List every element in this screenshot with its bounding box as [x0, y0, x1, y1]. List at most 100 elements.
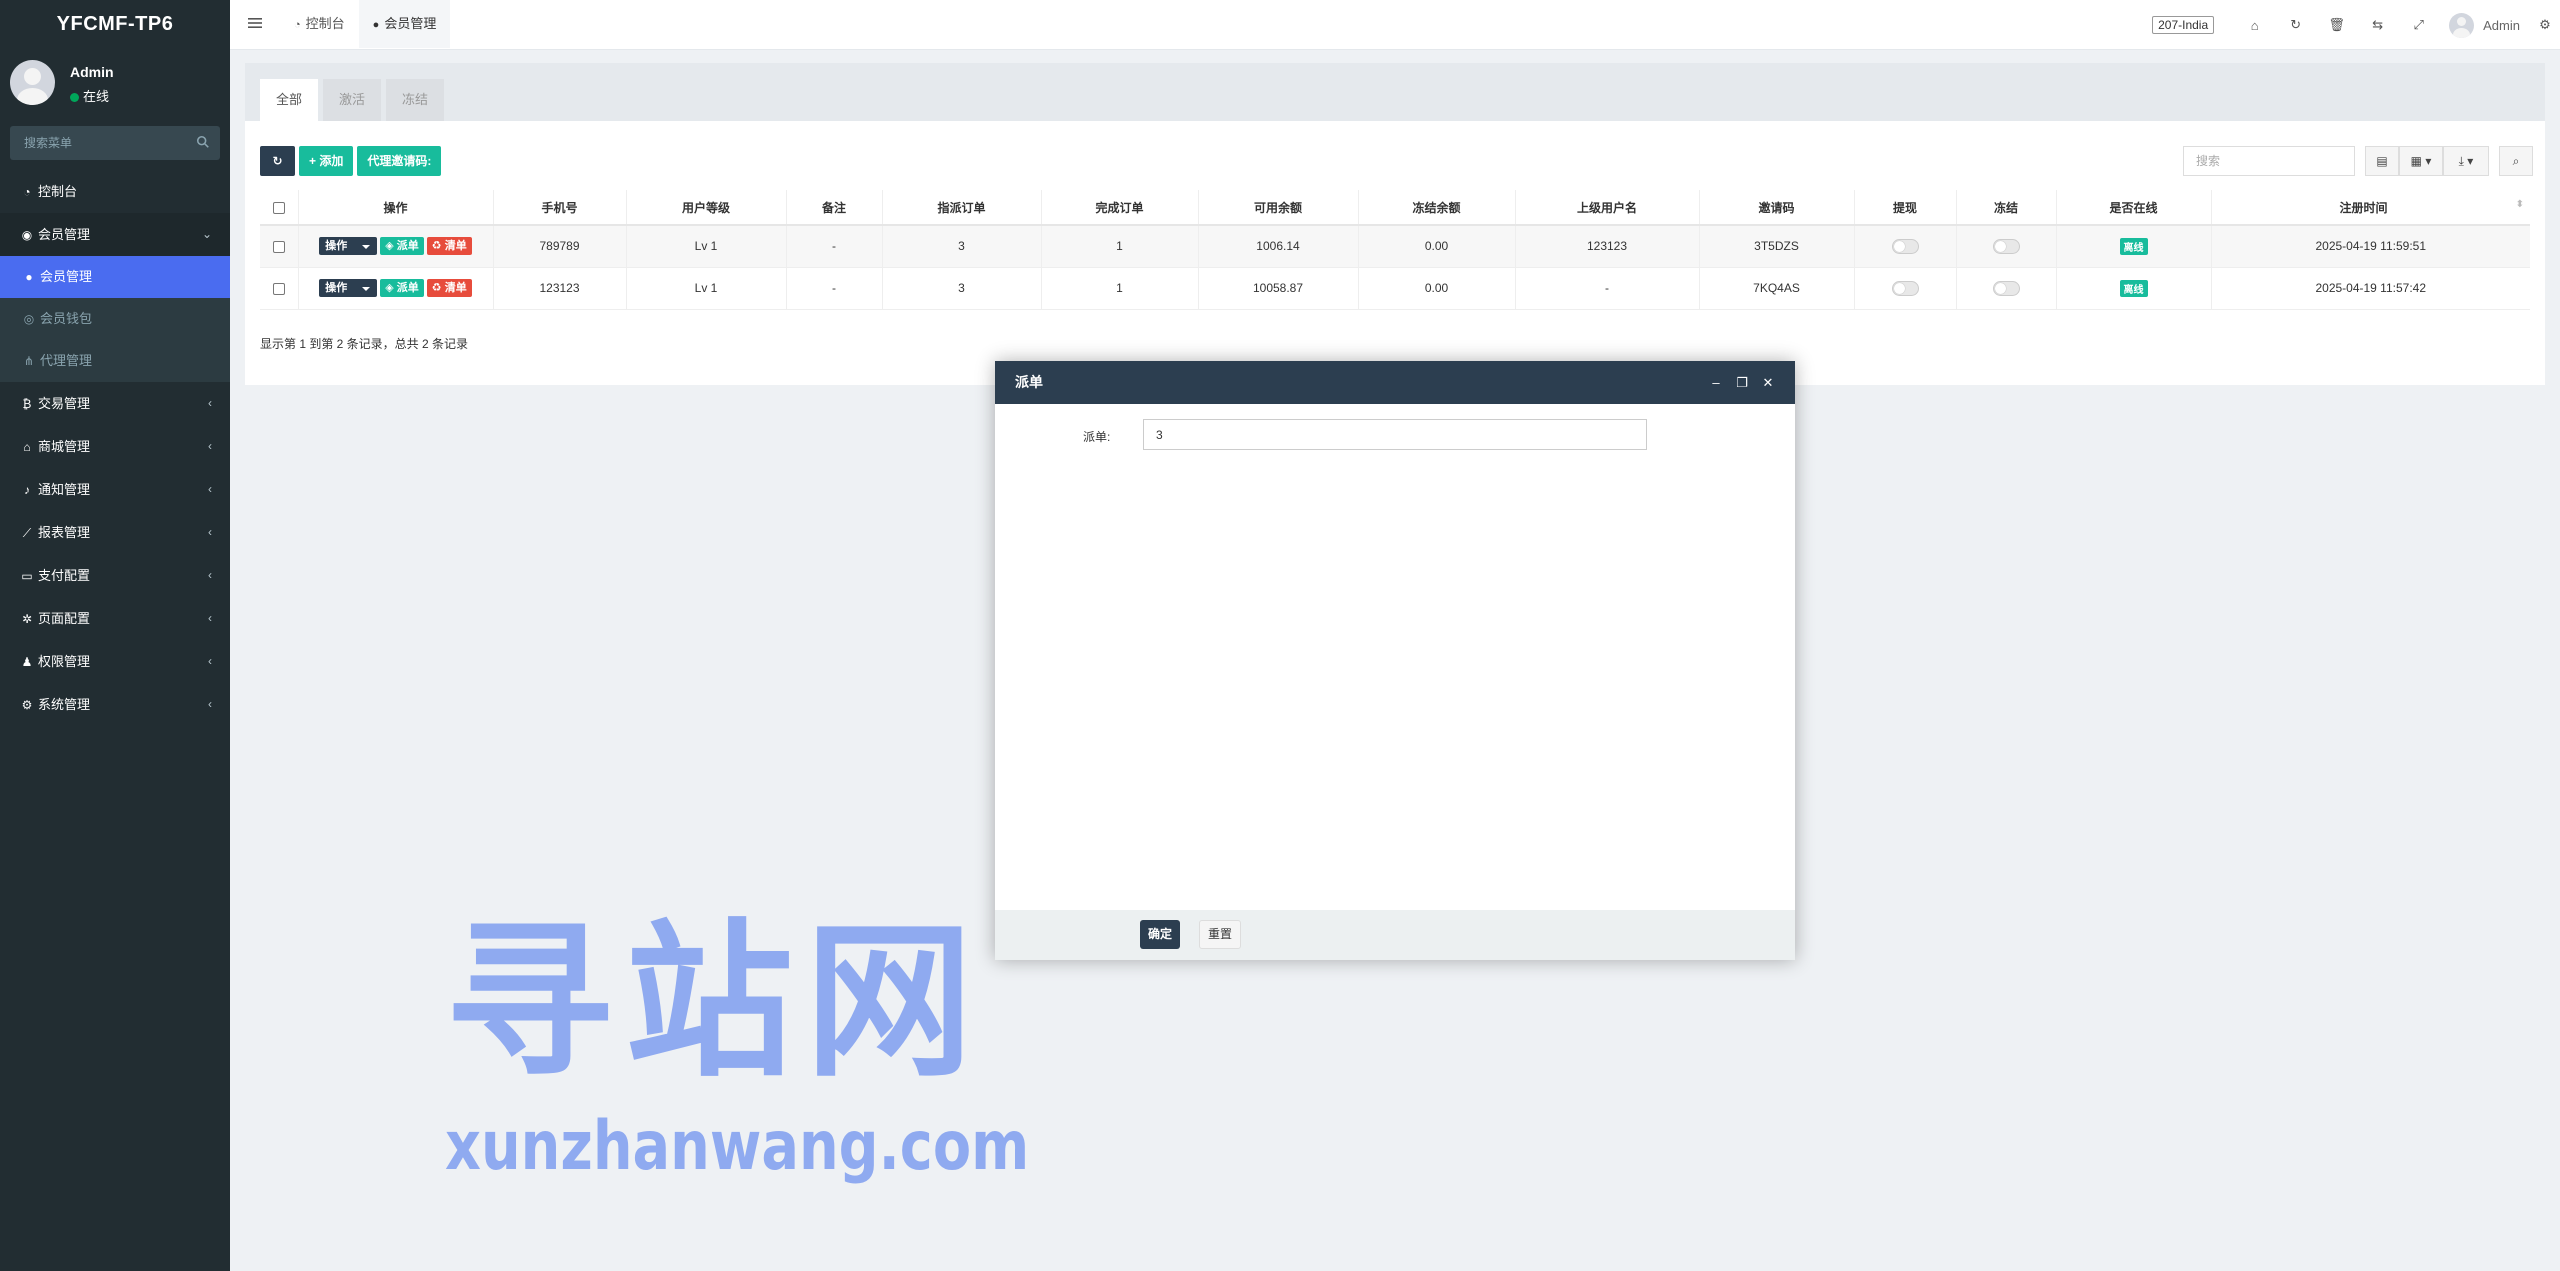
action-dropdown-button[interactable]: 操作: [319, 237, 378, 256]
withdraw-toggle[interactable]: [1891, 238, 1919, 254]
sidebar-item-payment[interactable]: ▭ 支付配置 ‹: [0, 554, 230, 597]
cell-online: 离线: [2056, 225, 2212, 268]
close-icon[interactable]: ✕: [1755, 361, 1781, 404]
modal-header[interactable]: 派单 ‒ ❐ ✕: [995, 361, 1795, 404]
cell-freeze: [1956, 267, 2057, 310]
sidebar-item-system[interactable]: ⚙ 系统管理 ‹: [0, 683, 230, 726]
clear-button[interactable]: ♻ 清单: [426, 279, 472, 297]
row-actions: 操作 ◈ 派单 ♻ 清单: [298, 267, 494, 310]
refresh-button[interactable]: ↻: [260, 146, 295, 176]
row-checkbox[interactable]: [272, 282, 285, 295]
col-assigned[interactable]: 指派订单: [882, 190, 1042, 226]
sidebar-item-permission[interactable]: ♟ 权限管理 ‹: [0, 640, 230, 683]
home-icon[interactable]: ⌂: [2234, 18, 2275, 33]
chevron-down-icon: ⌄: [201, 227, 212, 241]
sidebar-subitem-agent-manage[interactable]: ⋔ 代理管理: [0, 340, 230, 382]
search-icon: ⌕: [2512, 154, 2520, 168]
export-button[interactable]: ⤓ ▾: [2443, 146, 2489, 176]
invite-code-button[interactable]: 代理邀请码:: [357, 146, 442, 176]
search-button[interactable]: ⌕: [2499, 146, 2533, 176]
trash-icon[interactable]: 🗑︎: [2316, 17, 2357, 33]
col-withdraw[interactable]: 提现: [1854, 190, 1957, 226]
gears-icon[interactable]: ⚙: [2530, 17, 2560, 33]
col-reg-time[interactable]: 注册时间 ⬍: [2211, 190, 2530, 226]
translate-icon[interactable]: ⇆: [2357, 17, 2398, 33]
search-icon[interactable]: [196, 135, 210, 149]
cell-invite-code: 3T5DZS: [1699, 225, 1855, 268]
dispatch-field-label: 派单:: [1083, 430, 1111, 444]
sidebar-item-shop[interactable]: ⌂ 商城管理 ‹: [0, 425, 230, 468]
sidebar-item-trade[interactable]: ₿ 交易管理 ‹: [0, 382, 230, 425]
cell-note: -: [786, 267, 883, 310]
col-balance[interactable]: 可用余额: [1198, 190, 1359, 226]
col-freeze[interactable]: 冻结: [1956, 190, 2057, 226]
tab-dashboard[interactable]: ◔ 控制台: [280, 0, 359, 48]
action-dropdown-button[interactable]: 操作: [319, 279, 378, 297]
tab-frozen[interactable]: 冻结: [386, 79, 445, 121]
dispatch-button[interactable]: ◈ 派单: [380, 279, 424, 297]
fullscreen-icon[interactable]: ⤢: [2398, 17, 2439, 33]
restore-icon[interactable]: ❐: [1729, 361, 1755, 404]
sidebar-subitem-member-wallet[interactable]: ◎ 会员钱包: [0, 298, 230, 340]
table-search-input[interactable]: [2183, 146, 2355, 176]
sidebar-item-members[interactable]: ◉ 会员管理 ⌄: [0, 213, 230, 256]
topbar: ◔ 控制台 ● 会员管理 207-India ⌂ ↻ 🗑︎ ⇆ ⤢ Admin ⚙: [230, 0, 2560, 50]
sidebar-item-page-config[interactable]: ✲ 页面配置 ‹: [0, 597, 230, 640]
cell-freeze: [1956, 225, 2057, 268]
col-invite-code[interactable]: 邀请码: [1699, 190, 1855, 226]
toolbar: ↻ + 添加 代理邀请码:: [260, 146, 445, 176]
app-logo[interactable]: YFCMF-TP6: [0, 0, 230, 50]
row-checkbox[interactable]: [272, 241, 285, 254]
sidebar-item-report[interactable]: ⟋ 报表管理 ‹: [0, 511, 230, 554]
col-level[interactable]: 用户等级: [626, 190, 787, 226]
toggle-view-button[interactable]: ▤: [2365, 146, 2399, 176]
col-frozen[interactable]: 冻结余额: [1358, 190, 1516, 226]
dispatch-button[interactable]: ◈ 派单: [380, 237, 424, 256]
minimize-icon[interactable]: ‒: [1703, 361, 1729, 404]
tab-member-manage[interactable]: ● 会员管理: [358, 0, 451, 48]
reset-button[interactable]: 重置: [1199, 920, 1242, 949]
row-select-cell: [260, 225, 299, 268]
col-note[interactable]: 备注: [786, 190, 883, 226]
plus-icon: +: [309, 154, 320, 168]
chevron-left-icon: ‹: [208, 654, 212, 668]
cell-online: 离线: [2056, 267, 2212, 310]
cell-level: Lv 1: [626, 267, 787, 310]
sidebar-subitem-member-manage[interactable]: ● 会员管理: [0, 256, 230, 298]
col-done[interactable]: 完成订单: [1041, 190, 1199, 226]
col-online[interactable]: 是否在线: [2056, 190, 2212, 226]
hamburger-icon[interactable]: [248, 17, 262, 29]
language-select[interactable]: 207-India: [2152, 16, 2215, 34]
sidebar-item-notify[interactable]: ♪ 通知管理 ‹: [0, 468, 230, 511]
sort-icon[interactable]: ⬍: [2516, 199, 2524, 210]
users-icon: ♟: [21, 655, 33, 669]
withdraw-toggle[interactable]: [1891, 280, 1919, 296]
table-row: 操作 ◈ 派单 ♻ 清单 789789 Lv 1 - 3 1 1006.14 0…: [260, 225, 2530, 268]
row-select-cell: [260, 267, 299, 310]
bitcoin-icon: ₿: [22, 397, 32, 411]
columns-button[interactable]: ▦ ▾: [2399, 146, 2443, 176]
clear-button[interactable]: ♻ 清单: [426, 237, 472, 256]
cell-parent: 123123: [1515, 225, 1700, 268]
freeze-toggle[interactable]: [1992, 238, 2020, 254]
dispatch-label: 派单: [396, 240, 419, 253]
top-user-menu[interactable]: Admin: [2449, 12, 2520, 38]
select-all-checkbox[interactable]: [272, 201, 285, 214]
tab-all[interactable]: 全部: [260, 79, 319, 121]
sidebar-item-dashboard[interactable]: ◔ 控制台: [0, 170, 230, 213]
home-icon: ⌂: [23, 440, 31, 454]
col-parent[interactable]: 上级用户名: [1515, 190, 1700, 226]
dispatch-input[interactable]: [1143, 419, 1647, 450]
confirm-button[interactable]: 确定: [1140, 920, 1181, 949]
refresh-icon[interactable]: ↻: [2275, 17, 2316, 33]
add-button[interactable]: + 添加: [299, 146, 354, 176]
menu-search-input[interactable]: [10, 126, 220, 160]
col-phone[interactable]: 手机号: [493, 190, 627, 226]
table-header-row: 操作 手机号 用户等级 备注 指派订单 完成订单 可用余额 冻结余额 上级用户名…: [260, 190, 2530, 226]
col-action: 操作: [298, 190, 494, 226]
tab-active[interactable]: 激活: [323, 79, 382, 121]
modal-footer: 确定 重置: [995, 910, 1795, 960]
cell-phone: 789789: [493, 225, 627, 268]
cell-frozen: 0.00: [1358, 267, 1516, 310]
freeze-toggle[interactable]: [1992, 280, 2020, 296]
